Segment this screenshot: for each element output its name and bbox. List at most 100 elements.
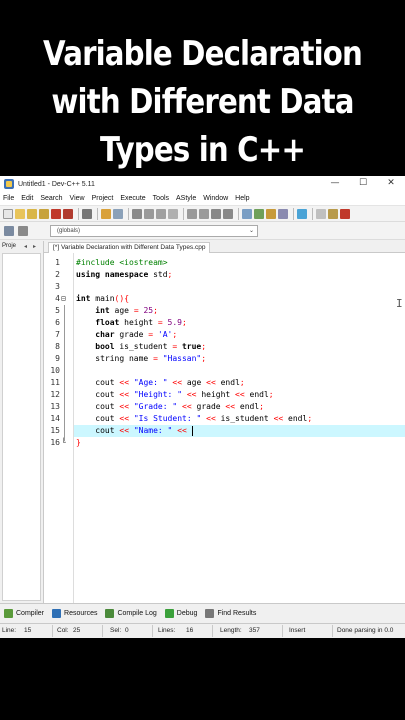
find-icon[interactable] (132, 208, 142, 219)
compiler-icon (4, 609, 13, 618)
minimize-button[interactable]: — (321, 176, 349, 192)
code-line[interactable]: cout << "Age: " << age << endl; (74, 377, 405, 389)
status-sel-value: 0 (125, 627, 129, 634)
menu-bar: File Edit Search View Project Execute To… (0, 192, 405, 206)
status-divider (282, 625, 283, 637)
scope-select[interactable]: (globals) ⌄ (50, 224, 258, 237)
code-line[interactable]: bool is_student = true; (74, 341, 405, 353)
menu-astyle[interactable]: AStyle (176, 195, 196, 202)
code-line[interactable] (74, 365, 405, 377)
print-icon[interactable] (82, 208, 92, 219)
code-line[interactable]: char grade = 'A'; (74, 329, 405, 341)
toolbar-separator (183, 207, 184, 220)
menu-project[interactable]: Project (92, 195, 114, 202)
status-length-value: 357 (249, 627, 260, 634)
tab-resources[interactable]: Resources (52, 609, 97, 618)
menu-window[interactable]: Window (203, 195, 228, 202)
new-project-icon[interactable] (4, 225, 14, 236)
status-message: Done parsing in 0.0 (337, 627, 394, 634)
fold-minus-icon[interactable]: ⊟ (61, 293, 66, 305)
menu-file[interactable]: File (3, 195, 14, 202)
menu-search[interactable]: Search (40, 195, 62, 202)
tab-label: Debug (176, 610, 198, 617)
find-next-icon[interactable] (156, 208, 166, 219)
code-line[interactable]: float height = 5.9; (74, 317, 405, 329)
bookmark-icon[interactable] (211, 208, 221, 219)
close-all-icon[interactable] (63, 208, 73, 219)
code-line[interactable]: } (74, 437, 405, 449)
devcpp-window: Untitled1 - Dev-C++ 5.11 — ☐ ✕ File Edit… (0, 176, 405, 638)
close-file-icon[interactable] (51, 208, 61, 219)
tab-compiler[interactable]: Compiler (4, 609, 44, 618)
menu-tools[interactable]: Tools (153, 195, 169, 202)
new-file-icon[interactable] (3, 208, 13, 219)
project-options-icon[interactable] (18, 225, 28, 236)
open-file-icon[interactable] (15, 208, 25, 219)
forward-icon[interactable] (199, 208, 209, 219)
code-line[interactable]: cout << "Is Student: " << is_student << … (74, 413, 405, 425)
toolbar-separator (238, 207, 239, 220)
code-line[interactable]: cout << "Grade: " << grade << endl; (74, 401, 405, 413)
text-cursor-ibeam-icon: I (396, 297, 403, 310)
line-number: 6 (55, 318, 60, 327)
status-col-value: 25 (73, 627, 81, 634)
code-area[interactable]: #include <iostream> using namespace std;… (74, 253, 405, 603)
tab-project[interactable]: Proje (2, 243, 16, 249)
syntax-check-icon[interactable] (297, 208, 307, 219)
code-line[interactable]: int age = 25; (74, 305, 405, 317)
code-line[interactable]: cout << "Height: " << height << endl; (74, 389, 405, 401)
tab-compile-log[interactable]: Compile Log (105, 609, 157, 618)
fold-end-icon: └ (61, 438, 66, 447)
compile-icon[interactable] (242, 208, 252, 219)
caption-line-2: with Different Data (51, 82, 354, 122)
code-line[interactable]: using namespace std; (74, 269, 405, 281)
status-line-value: 15 (24, 627, 32, 634)
toolbar-separator (97, 207, 98, 220)
debug-icon-toolbar[interactable] (328, 208, 338, 219)
code-line-current[interactable]: cout << "Name: " << (74, 425, 405, 437)
line-number: 15 (50, 426, 60, 435)
find-results-icon (205, 609, 215, 618)
file-tab[interactable]: [*] Variable Declaration with Different … (48, 242, 211, 253)
window-controls: — ☐ ✕ (321, 176, 405, 192)
code-editor: [*] Variable Declaration with Different … (44, 241, 405, 603)
code-line[interactable]: #include <iostream> (74, 257, 405, 269)
line-number: 13 (50, 402, 60, 411)
status-divider (332, 625, 333, 637)
tab-find-results[interactable]: Find Results (205, 609, 256, 618)
rebuild-icon[interactable] (278, 208, 288, 219)
tab-debug[interactable]: Debug (164, 609, 198, 618)
maximize-button[interactable]: ☐ (349, 176, 377, 192)
code-line[interactable]: int main(){ (74, 293, 405, 305)
panel-next-arrow-icon[interactable]: ▸ (33, 243, 36, 250)
compile-run-icon[interactable] (266, 208, 276, 219)
bottom-panel-tabs: Compiler Resources Compile Log Debug Fin… (0, 603, 405, 623)
stop-execution-icon[interactable] (316, 208, 326, 219)
back-icon[interactable] (187, 208, 197, 219)
menu-help[interactable]: Help (235, 195, 249, 202)
redo-icon[interactable] (113, 208, 123, 219)
panel-prev-arrow-icon[interactable]: ◂ (24, 243, 27, 250)
profile-icon[interactable] (340, 208, 350, 219)
code-line[interactable]: string name = "Hassan"; (74, 353, 405, 365)
bookmark-toggle-icon[interactable] (223, 208, 233, 219)
resources-icon (52, 609, 62, 618)
undo-icon[interactable] (101, 208, 111, 219)
menu-view[interactable]: View (70, 195, 85, 202)
status-col-label: Col: (57, 627, 69, 634)
code-line[interactable] (74, 281, 405, 293)
save-all-icon[interactable] (39, 208, 49, 219)
save-icon[interactable] (27, 208, 37, 219)
tab-label: Compiler (16, 610, 45, 617)
replace-icon[interactable] (144, 208, 154, 219)
goto-line-icon[interactable] (168, 208, 178, 219)
menu-edit[interactable]: Edit (21, 195, 33, 202)
close-button[interactable]: ✕ (377, 176, 405, 192)
menu-execute[interactable]: Execute (120, 195, 145, 202)
tab-label: Resources (64, 610, 98, 617)
line-number: 1 (55, 258, 60, 267)
project-panel: Proje ◂ ▸ (0, 241, 44, 603)
toolbar-separator (312, 207, 313, 220)
run-icon[interactable] (254, 208, 264, 219)
line-number-gutter: 1 2 3 4 5 6 7 8 9 10 11 12 13 14 15 16 ⊟… (44, 253, 74, 603)
